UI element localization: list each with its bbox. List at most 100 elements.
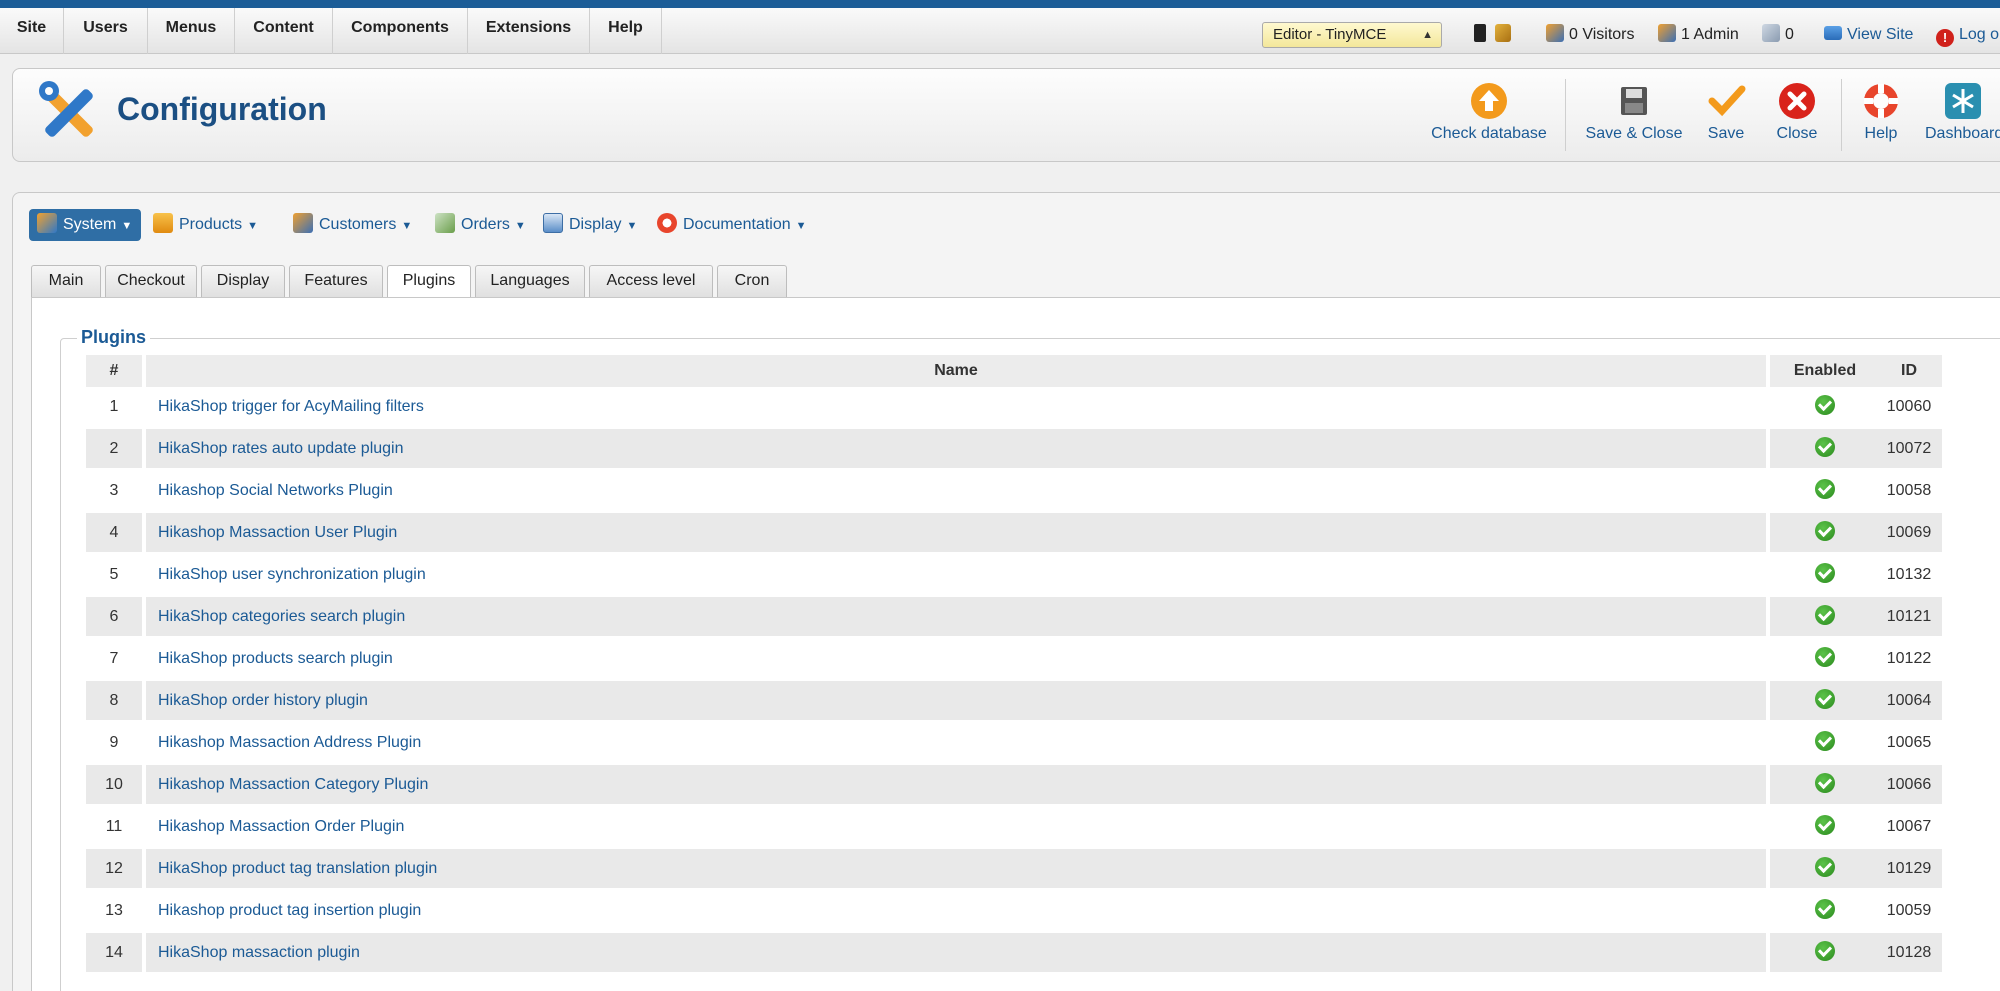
menu-help[interactable]: Help <box>590 8 662 54</box>
table-row: 12 HikaShop product tag translation plugi… <box>86 849 1942 891</box>
menu-site[interactable]: Site <box>0 8 64 54</box>
check-database-button[interactable]: Check database <box>1429 81 1549 143</box>
row-number: 2 <box>86 429 142 468</box>
caret-down-icon: ▼ <box>514 220 526 232</box>
submenu-documentation[interactable]: Documentation ▼ <box>657 209 807 241</box>
dashboard-button[interactable]: Dashboard <box>1925 81 2000 143</box>
enabled-check-icon <box>1815 647 1835 667</box>
menu-menus[interactable]: Menus <box>148 8 235 54</box>
enabled-toggle[interactable] <box>1770 597 1880 636</box>
plugin-name-link[interactable]: HikaShop order history plugin <box>146 681 1766 720</box>
upload-arrow-icon <box>1471 83 1507 119</box>
table-header: # Name Enabled ID <box>86 355 1942 387</box>
enabled-toggle[interactable] <box>1770 681 1880 720</box>
save-button[interactable]: Save <box>1701 81 1751 143</box>
plugin-name-link[interactable]: HikaShop user synchronization plugin <box>146 555 1766 594</box>
tools-icon <box>37 213 57 233</box>
plugin-name-link[interactable]: Hikashop Massaction Address Plugin <box>146 723 1766 762</box>
enabled-toggle[interactable] <box>1770 429 1880 468</box>
submenu-system[interactable]: System ▼ <box>29 209 141 241</box>
plugin-id: 10128 <box>1876 933 1942 972</box>
submenu-orders[interactable]: Orders ▼ <box>435 209 526 241</box>
row-number: 5 <box>86 555 142 594</box>
plugin-id: 10066 <box>1876 765 1942 804</box>
tab-main[interactable]: Main <box>31 265 101 297</box>
enabled-check-icon <box>1815 521 1835 541</box>
enabled-toggle[interactable] <box>1770 723 1880 762</box>
lifebuoy-icon <box>657 213 677 233</box>
logout-link[interactable]: !Log out <box>1936 22 2000 48</box>
enabled-toggle[interactable] <box>1770 513 1880 552</box>
column-header-id[interactable]: ID <box>1876 355 1942 387</box>
enabled-toggle[interactable] <box>1770 891 1880 930</box>
enabled-toggle[interactable] <box>1770 471 1880 510</box>
plugin-name-link[interactable]: Hikashop Massaction User Plugin <box>146 513 1766 552</box>
tab-display[interactable]: Display <box>201 265 285 297</box>
row-number: 12 <box>86 849 142 888</box>
row-number: 11 <box>86 807 142 846</box>
table-row: 10 Hikashop Massaction Category Plugin 100… <box>86 765 1942 807</box>
enabled-toggle[interactable] <box>1770 555 1880 594</box>
messages-status[interactable]: 0 <box>1762 22 1794 48</box>
tab-features[interactable]: Features <box>289 265 383 297</box>
plugin-id: 10060 <box>1876 387 1942 426</box>
enabled-toggle[interactable] <box>1770 807 1880 846</box>
visitors-status: 0 Visitors <box>1546 22 1635 48</box>
clear-cache-icon <box>1495 24 1512 42</box>
menu-users[interactable]: Users <box>64 8 148 54</box>
enabled-toggle[interactable] <box>1770 933 1880 972</box>
submenu-products[interactable]: Products ▼ <box>153 209 258 241</box>
enabled-toggle[interactable] <box>1770 765 1880 804</box>
enabled-check-icon <box>1815 731 1835 751</box>
global-checkin[interactable] <box>1474 22 1516 48</box>
enabled-toggle[interactable] <box>1770 849 1880 888</box>
messages-icon <box>1762 24 1780 42</box>
tab-plugins[interactable]: Plugins <box>387 265 471 298</box>
admin-menubar: Site Users Menus Content Components Exte… <box>0 8 2000 54</box>
column-header-enabled[interactable]: Enabled <box>1770 355 1880 387</box>
save-close-button[interactable]: Save & Close <box>1579 81 1689 143</box>
dashboard-logo-icon <box>1945 83 1981 119</box>
menu-extensions[interactable]: Extensions <box>468 8 590 54</box>
select-arrows-icon: ▲ <box>1422 29 1433 41</box>
orders-icon <box>435 213 455 233</box>
plugin-name-link[interactable]: Hikashop product tag insertion plugin <box>146 891 1766 930</box>
row-number: 1 <box>86 387 142 426</box>
view-site-link[interactable]: View Site <box>1824 22 1913 48</box>
close-button[interactable]: Close <box>1769 81 1825 143</box>
menu-components[interactable]: Components <box>333 8 468 54</box>
plugin-name-link[interactable]: HikaShop products search plugin <box>146 639 1766 678</box>
row-number: 6 <box>86 597 142 636</box>
floppy-disk-icon <box>1621 87 1647 115</box>
table-row: 1 HikaShop trigger for AcyMailing filters… <box>86 387 1942 429</box>
plugin-name-link[interactable]: Hikashop Social Networks Plugin <box>146 471 1766 510</box>
tab-access-level[interactable]: Access level <box>589 265 713 297</box>
editor-select[interactable]: Editor - TinyMCE ▲ <box>1262 22 1442 48</box>
tab-cron[interactable]: Cron <box>717 265 787 297</box>
plugin-name-link[interactable]: Hikashop Massaction Order Plugin <box>146 807 1766 846</box>
plugin-name-link[interactable]: HikaShop categories search plugin <box>146 597 1766 636</box>
plugin-id: 10059 <box>1876 891 1942 930</box>
enabled-toggle[interactable] <box>1770 387 1880 426</box>
products-icon <box>153 213 173 233</box>
row-number: 13 <box>86 891 142 930</box>
enabled-toggle[interactable] <box>1770 639 1880 678</box>
plugin-id: 10129 <box>1876 849 1942 888</box>
tab-languages[interactable]: Languages <box>475 265 585 297</box>
submenu-display[interactable]: Display ▼ <box>543 209 637 241</box>
plugin-name-link[interactable]: HikaShop product tag translation plugin <box>146 849 1766 888</box>
help-button[interactable]: Help <box>1859 81 1903 143</box>
plugin-name-link[interactable]: Hikashop Massaction Category Plugin <box>146 765 1766 804</box>
table-row: 14 HikaShop massaction plugin 10128 <box>86 933 1942 975</box>
table-row: 7 HikaShop products search plugin 10122 <box>86 639 1942 681</box>
submenu-customers[interactable]: Customers ▼ <box>293 209 412 241</box>
table-row: 5 HikaShop user synchronization plugin 101… <box>86 555 1942 597</box>
column-header-name[interactable]: Name <box>146 355 1766 387</box>
menu-content[interactable]: Content <box>235 8 333 54</box>
plugin-id: 10121 <box>1876 597 1942 636</box>
plugin-name-link[interactable]: HikaShop trigger for AcyMailing filters <box>146 387 1766 426</box>
plugin-name-link[interactable]: HikaShop rates auto update plugin <box>146 429 1766 468</box>
plugin-name-link[interactable]: HikaShop massaction plugin <box>146 933 1766 972</box>
tab-checkout[interactable]: Checkout <box>105 265 197 297</box>
top-accent-stripe <box>0 0 2000 8</box>
